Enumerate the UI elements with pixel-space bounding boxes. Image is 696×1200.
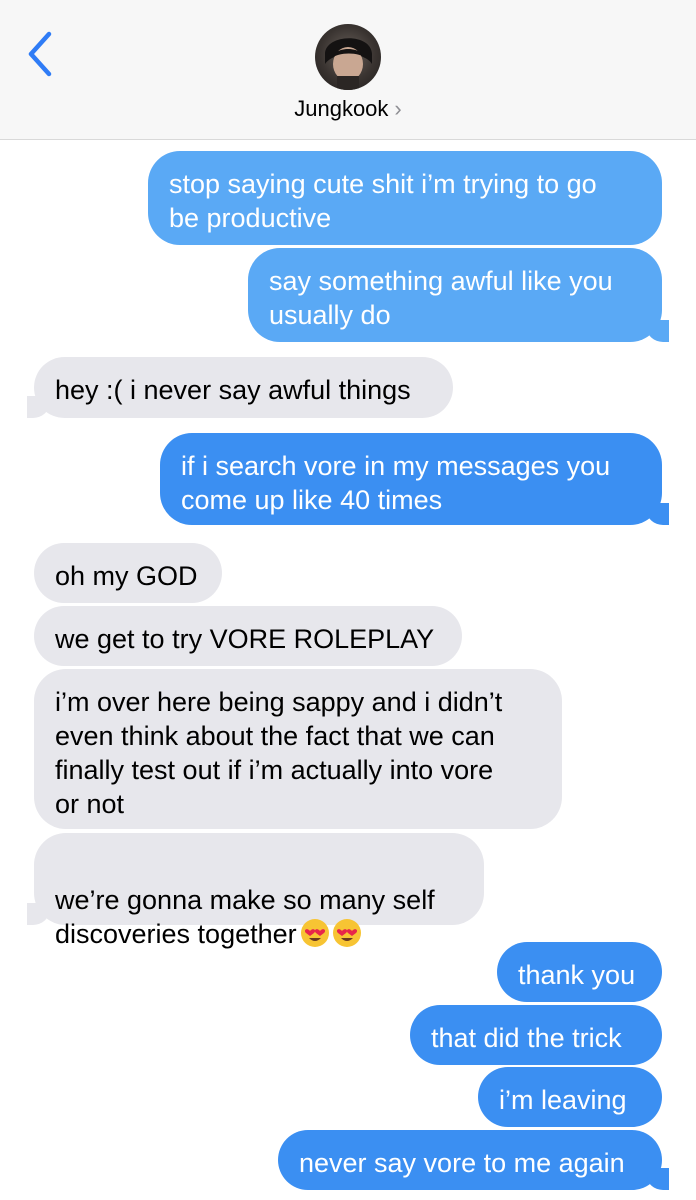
chevron-right-icon: › [394,96,402,121]
message-bubble-sent[interactable]: thank you [497,942,662,1002]
message-bubble-received[interactable]: i’m over here being sappy and i didn’t e… [34,669,562,829]
message-bubble-sent[interactable]: say something awful like you usually do [248,248,669,342]
message-bubble-sent[interactable]: stop saying cute shit i’m trying to go b… [148,151,662,245]
contact-name-button[interactable]: Jungkook › [0,96,696,122]
message-bubble-received[interactable]: we’re gonna make so many self discoverie… [27,833,484,949]
back-button[interactable] [22,28,62,80]
conversation-header: Jungkook › [0,0,696,140]
contact-avatar[interactable] [315,24,381,90]
message-bubble-sent[interactable]: that did the trick [410,1005,662,1065]
message-text: we’re gonna make so many self discoverie… [55,885,435,949]
message-bubble-received[interactable]: hey :( i never say awful things [27,357,453,418]
message-bubble-received[interactable]: oh my GOD [34,543,222,603]
avatar-photo [325,38,372,90]
heart-eyes-emoji [332,919,361,947]
message-bubble-received[interactable]: we get to try VORE ROLEPLAY [34,606,462,666]
chevron-left-icon [28,31,52,77]
contact-name: Jungkook [294,96,389,121]
message-bubble-sent[interactable]: i’m leaving [478,1067,662,1127]
message-bubble-sent[interactable]: never say vore to me again [278,1130,669,1190]
message-bubble-sent[interactable]: if i search vore in my messages you come… [160,433,669,525]
heart-eyes-emoji [300,919,329,947]
